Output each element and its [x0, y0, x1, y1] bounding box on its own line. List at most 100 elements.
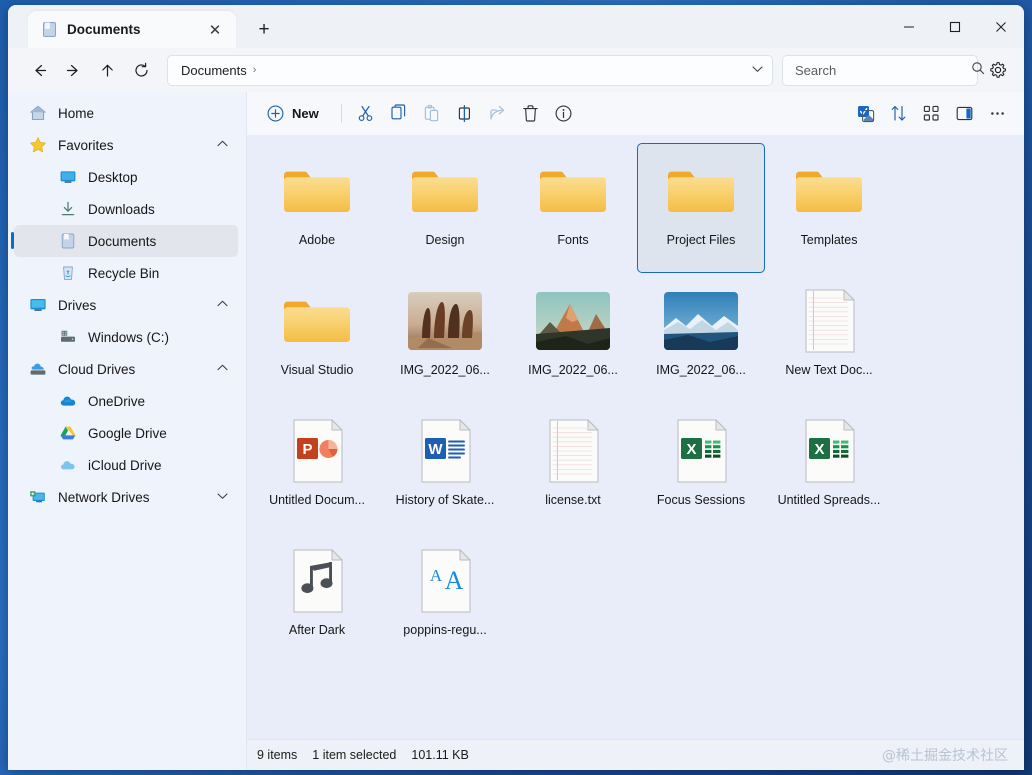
file-item[interactable]: XUntitled Spreads...	[765, 403, 893, 533]
file-item[interactable]: license.txt	[509, 403, 637, 533]
file-item[interactable]: Design	[381, 143, 509, 273]
sidebar-item-icloud-drive[interactable]: iCloud Drive	[14, 449, 238, 481]
chevron-up-icon[interactable]	[217, 364, 230, 374]
folder-icon	[279, 288, 355, 354]
sidebar-item-downloads[interactable]: Downloads	[14, 193, 238, 225]
address-bar[interactable]: Documents ›	[167, 55, 773, 86]
powerpoint-icon: P	[279, 418, 355, 484]
sidebar-item-home[interactable]: Home	[14, 97, 238, 129]
back-button[interactable]	[22, 54, 56, 86]
delete-button[interactable]	[514, 99, 547, 128]
sidebar-item-drives[interactable]: Drives	[14, 289, 238, 321]
chevron-down-icon[interactable]	[752, 65, 763, 76]
breadcrumb-separator: ›	[253, 64, 257, 76]
sidebar-item-desktop[interactable]: Desktop	[14, 161, 238, 193]
sidebar-item-label: Google Drive	[88, 426, 167, 441]
minimize-button[interactable]	[886, 5, 932, 48]
file-name-label: Design	[426, 233, 465, 247]
tab-documents[interactable]: Documents ✕	[28, 11, 236, 48]
close-button[interactable]	[978, 5, 1024, 48]
chevron-up-icon[interactable]	[217, 300, 230, 310]
sidebar-item-network-drives[interactable]: Network Drives	[14, 481, 238, 513]
textfile-icon	[535, 418, 611, 484]
sidebar-item-label: iCloud Drive	[88, 458, 162, 473]
title-bar: Documents ✕ +	[8, 5, 1024, 48]
maximize-button[interactable]	[932, 5, 978, 48]
svg-text:P: P	[302, 441, 312, 458]
breadcrumb-documents[interactable]: Documents	[181, 63, 247, 78]
folder-icon	[663, 158, 739, 224]
paste-button[interactable]	[415, 99, 448, 128]
sidebar-item-favorites[interactable]: Favorites	[14, 129, 238, 161]
sort-button[interactable]	[882, 99, 915, 128]
file-name-label: After Dark	[289, 623, 345, 637]
file-name-label: IMG_2022_06...	[400, 363, 490, 377]
file-item[interactable]: PUntitled Docum...	[253, 403, 381, 533]
svg-text:X: X	[814, 441, 824, 458]
tab-close-icon[interactable]: ✕	[203, 18, 227, 42]
details-pane-button[interactable]	[948, 99, 981, 128]
up-button[interactable]	[90, 54, 124, 86]
chevron-up-icon[interactable]	[217, 140, 230, 150]
file-item[interactable]: Adobe	[253, 143, 381, 273]
search-box[interactable]	[782, 55, 978, 86]
selection-count: 1 item selected	[312, 748, 396, 762]
file-name-label: Focus Sessions	[657, 493, 745, 507]
file-item[interactable]: X Focus Sessions	[637, 403, 765, 533]
icloud-icon	[58, 455, 78, 475]
sidebar-item-windows-c[interactable]: Windows (C:)	[14, 321, 238, 353]
file-item[interactable]: Project Files	[637, 143, 765, 273]
sidebar-item-label: Drives	[58, 298, 96, 313]
word-icon: W	[407, 418, 483, 484]
sidebar-item-google-drive[interactable]: Google Drive	[14, 417, 238, 449]
file-item[interactable]: After Dark	[253, 533, 381, 663]
command-bar: New	[247, 92, 1024, 135]
file-item[interactable]: Fonts	[509, 143, 637, 273]
file-name-label: license.txt	[545, 493, 601, 507]
svg-text:W: W	[428, 441, 443, 458]
forward-button[interactable]	[56, 54, 90, 86]
file-item[interactable]: IMG_2022_06...	[509, 273, 637, 403]
view-button[interactable]	[915, 99, 948, 128]
file-item[interactable]: Templates	[765, 143, 893, 273]
svg-text:X: X	[686, 441, 696, 458]
sidebar-item-label: Home	[58, 106, 94, 121]
sidebar-item-cloud-drives[interactable]: Cloud Drives	[14, 353, 238, 385]
select-all-button[interactable]	[849, 99, 882, 128]
folder-icon	[791, 158, 867, 224]
sidebar-item-label: Cloud Drives	[58, 362, 135, 377]
new-tab-button[interactable]: +	[252, 18, 276, 42]
sidebar-item-onedrive[interactable]: OneDrive	[14, 385, 238, 417]
sidebar-item-label: Windows (C:)	[88, 330, 169, 345]
more-options-button[interactable]	[981, 99, 1014, 128]
refresh-button[interactable]	[124, 54, 158, 86]
toolbar-divider	[341, 104, 342, 123]
home-icon	[28, 103, 48, 123]
file-item[interactable]: IMG_2022_06...	[381, 273, 509, 403]
sidebar-item-label: Favorites	[58, 138, 114, 153]
properties-button[interactable]	[547, 99, 580, 128]
sidebar-item-recycle-bin[interactable]: Recycle Bin	[14, 257, 238, 289]
status-bar: 9 items 1 item selected 101.11 KB @稀土掘金技…	[247, 739, 1024, 770]
sidebar-item-documents[interactable]: Documents	[14, 225, 238, 257]
share-button[interactable]	[481, 99, 514, 128]
file-item[interactable]: New Text Doc...	[765, 273, 893, 403]
file-item[interactable]: AApoppins-regu...	[381, 533, 509, 663]
photo-desert-icon	[408, 292, 482, 350]
file-item[interactable]: IMG_2022_06...	[637, 273, 765, 403]
watermark: @稀土掘金技术社区	[882, 745, 1008, 765]
copy-button[interactable]	[382, 99, 415, 128]
new-button[interactable]: New	[259, 99, 330, 128]
settings-button[interactable]	[981, 54, 1015, 86]
file-item[interactable]: WHistory of Skate...	[381, 403, 509, 533]
rename-button[interactable]	[448, 99, 481, 128]
chevron-down-icon[interactable]	[217, 492, 230, 502]
file-item[interactable]: Visual Studio	[253, 273, 381, 403]
navigation-bar: Documents ›	[8, 48, 1024, 92]
cut-button[interactable]	[349, 99, 382, 128]
file-name-label: Visual Studio	[281, 363, 354, 377]
desktop-icon	[58, 167, 78, 187]
documents-folder-icon	[41, 21, 58, 38]
search-input[interactable]	[795, 63, 971, 78]
file-explorer-window: Documents ✕ +	[8, 5, 1024, 770]
